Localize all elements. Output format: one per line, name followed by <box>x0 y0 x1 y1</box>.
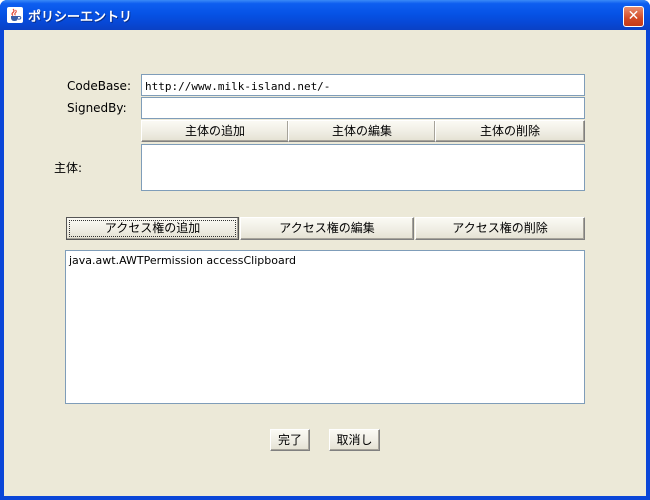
codebase-input[interactable] <box>142 76 584 97</box>
signedby-input[interactable] <box>142 99 584 120</box>
edit-permission-button[interactable]: アクセス権の編集 <box>240 217 414 240</box>
java-cup-icon <box>7 7 23 23</box>
title-bar[interactable]: ポリシーエントリ ✕ <box>0 0 650 30</box>
focus-indicator <box>69 220 236 237</box>
close-button[interactable]: ✕ <box>623 6 644 27</box>
delete-principal-button[interactable]: 主体の削除 <box>435 120 585 142</box>
done-button[interactable]: 完了 <box>270 429 310 451</box>
codebase-field-box <box>141 74 585 97</box>
add-principal-button[interactable]: 主体の追加 <box>141 120 289 142</box>
principal-label: 主体: <box>54 161 83 175</box>
cancel-button[interactable]: 取消し <box>329 429 380 451</box>
policy-entry-window: ポリシーエントリ ✕ CodeBase: SignedBy: 主体の追加 主体の… <box>0 0 650 500</box>
add-permission-button[interactable]: アクセス権の追加 <box>66 217 239 240</box>
permission-list[interactable]: java.awt.AWTPermission accessClipboard <box>65 250 585 404</box>
edit-principal-button[interactable]: 主体の編集 <box>288 120 436 142</box>
principal-list[interactable] <box>141 144 585 191</box>
dialog-content: CodeBase: SignedBy: 主体の追加 主体の編集 主体の削除 主体… <box>4 30 646 496</box>
codebase-label: CodeBase: <box>67 79 131 93</box>
delete-permission-button[interactable]: アクセス権の削除 <box>415 217 585 240</box>
window-title: ポリシーエントリ <box>28 10 133 25</box>
list-item[interactable]: java.awt.AWTPermission accessClipboard <box>69 254 296 267</box>
close-icon: ✕ <box>627 8 640 24</box>
signedby-field-box <box>141 97 585 120</box>
signedby-label: SignedBy: <box>67 101 127 115</box>
